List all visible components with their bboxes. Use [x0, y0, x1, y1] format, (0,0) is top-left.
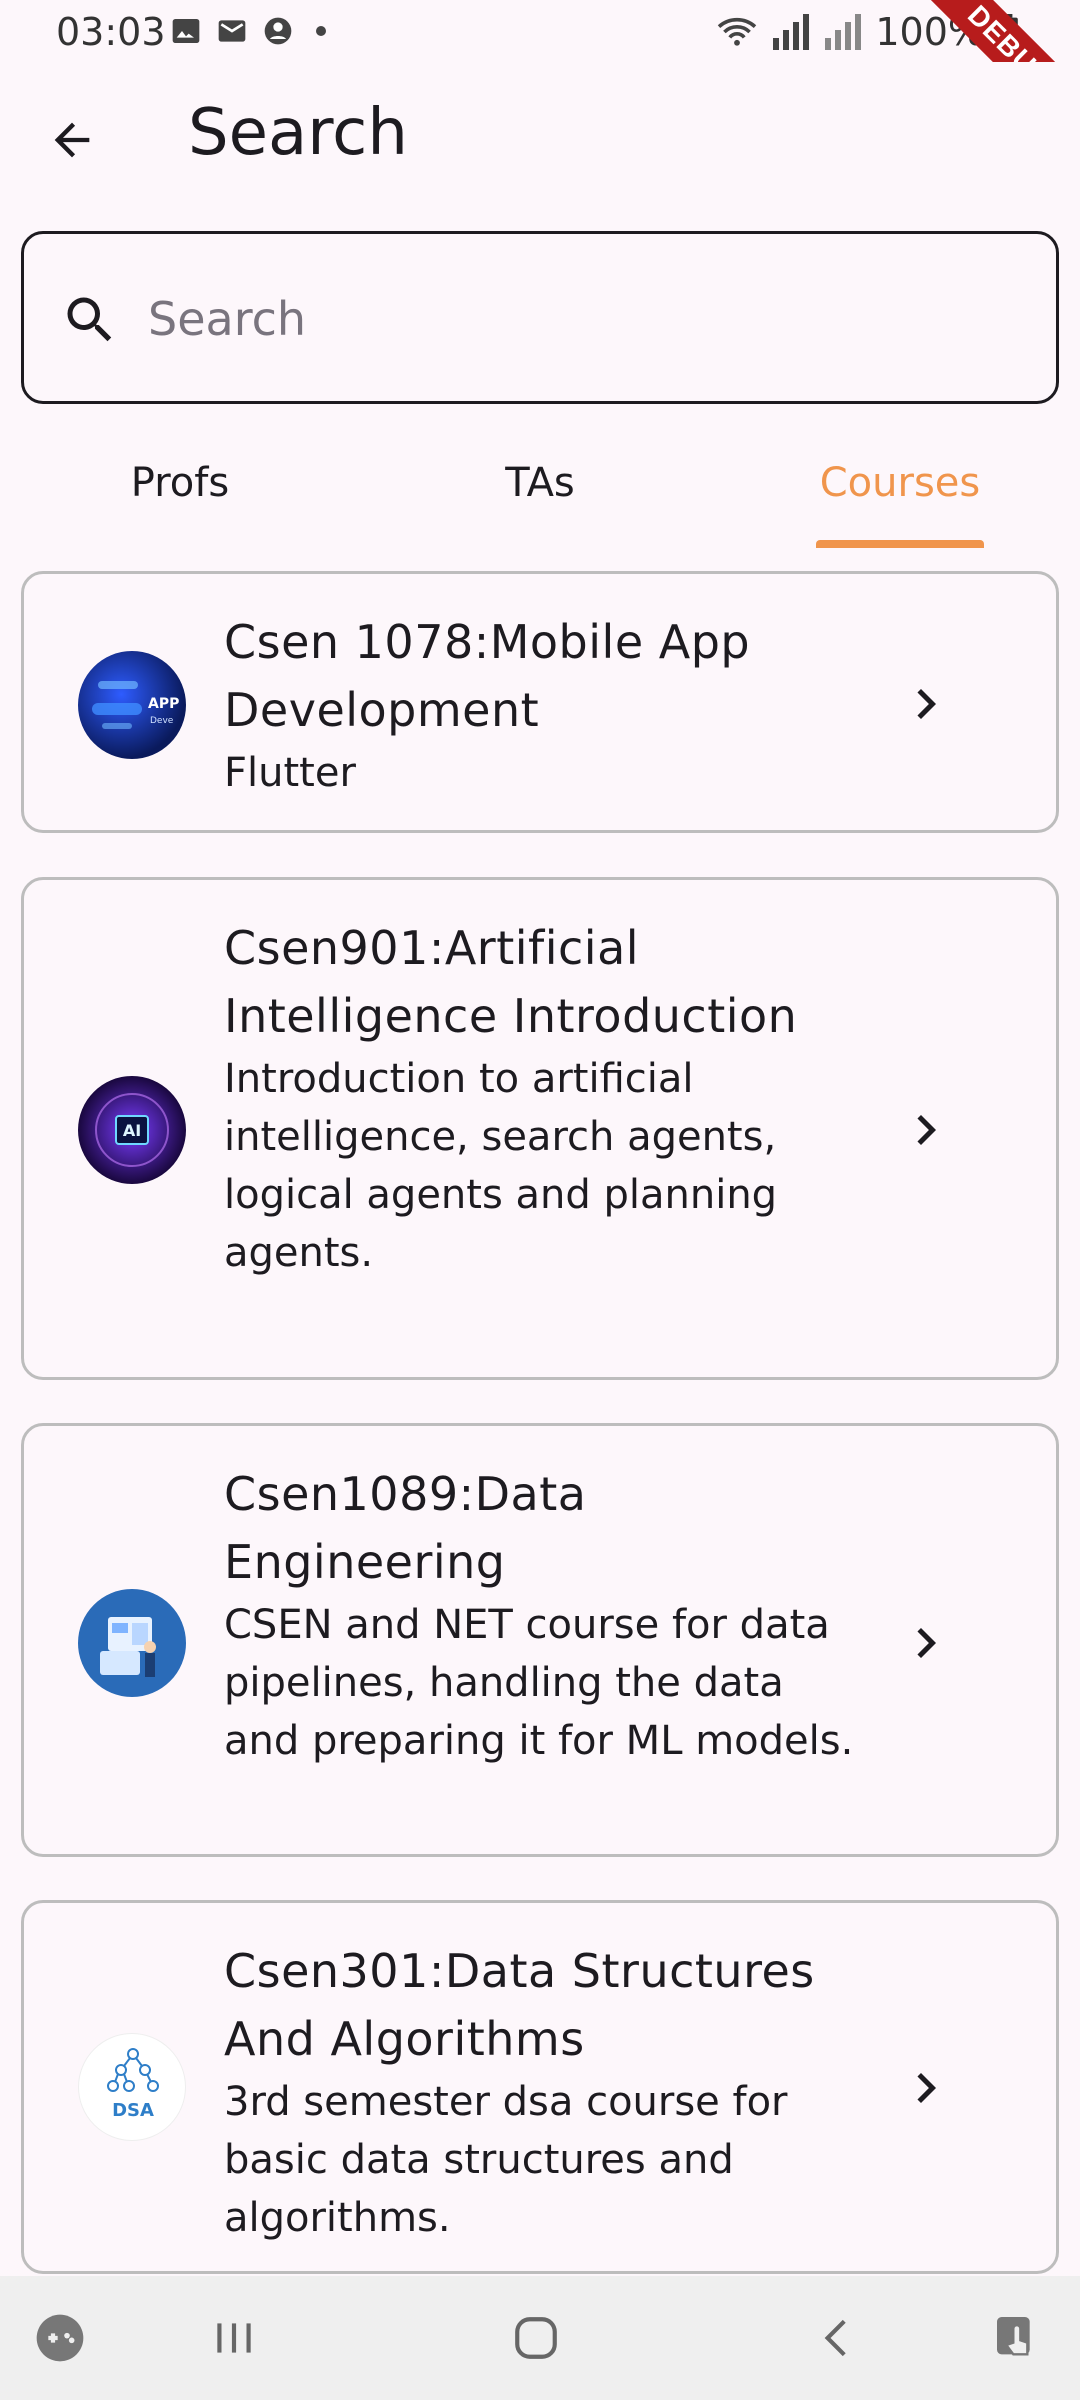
accessibility-button[interactable]	[988, 2308, 1048, 2368]
page-title: Search	[188, 96, 408, 170]
course-card-ai[interactable]: AI Csen901:Artificial Intelligence Intro…	[21, 877, 1059, 1380]
svg-text:DSA: DSA	[112, 2100, 154, 2121]
course-card-dsa[interactable]: DSA Csen301:Data Structures And Algorith…	[21, 1900, 1059, 2274]
course-description: Flutter	[224, 750, 356, 796]
signal-icon	[773, 14, 810, 50]
course-description: Introduction to artificial intelligence,…	[224, 1056, 778, 1276]
course-title: Csen 1078:Mobile App Development	[224, 615, 751, 737]
account-icon	[264, 17, 292, 45]
status-time: 03:03	[56, 10, 166, 54]
course-description: CSEN and NET course for data pipelines, …	[224, 1602, 854, 1764]
back-button[interactable]	[30, 98, 114, 182]
course-card-data-engineering[interactable]: Csen1089:Data Engineering CSEN and NET c…	[21, 1423, 1059, 1857]
app-dev-image: APP Deve	[92, 681, 179, 729]
course-avatar	[78, 1589, 186, 1697]
svg-text:Deve: Deve	[150, 716, 174, 726]
tab-profs[interactable]: Profs	[0, 460, 360, 506]
course-title: Csen301:Data Structures And Algorithms	[224, 1944, 815, 2066]
wifi-icon	[718, 17, 757, 46]
tab-bar: Profs TAs Courses	[0, 440, 1080, 550]
chevron-right-icon	[896, 1613, 956, 1673]
gamepad-icon	[36, 2314, 84, 2362]
back-nav-button[interactable]	[808, 2308, 868, 2368]
chevron-left-icon	[824, 2319, 846, 2357]
course-text: Csen301:Data Structures And Algorithms 3…	[224, 1937, 854, 2247]
recent-apps-button[interactable]	[204, 2308, 264, 2368]
touch-icon	[997, 2317, 1030, 2356]
data-engineering-image	[100, 1617, 156, 1677]
course-text: Csen 1078:Mobile App Development Flutter	[224, 608, 854, 802]
home-button[interactable]	[506, 2308, 566, 2368]
chevron-right-icon	[896, 2058, 956, 2118]
course-text: Csen1089:Data Engineering CSEN and NET c…	[224, 1460, 854, 1770]
home-icon	[515, 2317, 557, 2359]
mail-icon	[218, 20, 246, 42]
game-launcher-button[interactable]	[30, 2308, 90, 2368]
search-field[interactable]	[21, 231, 1059, 404]
system-navigation-bar	[0, 2276, 1080, 2400]
search-icon	[60, 290, 120, 350]
tab-tas[interactable]: TAs	[360, 460, 720, 506]
course-avatar: AI	[78, 1076, 186, 1184]
tab-indicator	[816, 540, 984, 548]
notification-icons	[170, 14, 326, 48]
chevron-right-icon	[896, 674, 956, 734]
course-avatar: DSA	[78, 2033, 186, 2141]
more-notifications-dot	[316, 26, 326, 36]
lte-signal-icon	[825, 14, 862, 50]
search-input[interactable]	[148, 274, 1008, 364]
course-title: Csen1089:Data Engineering	[224, 1467, 587, 1589]
tab-courses[interactable]: Courses	[720, 460, 1080, 506]
dsa-image: DSA	[107, 2048, 159, 2121]
svg-text:APP: APP	[148, 696, 179, 712]
chevron-right-icon	[896, 1100, 956, 1160]
status-bar: 03:03 100% DEBUG	[0, 0, 1080, 163]
course-description: 3rd semester dsa course for basic data s…	[224, 2079, 788, 2241]
svg-text:AI: AI	[123, 1121, 141, 1140]
app-bar: Search	[0, 62, 1080, 206]
course-card-mobile-app[interactable]: APP Deve Csen 1078:Mobile App Developmen…	[21, 571, 1059, 833]
arrow-back-icon	[54, 122, 90, 158]
course-text: Csen901:Artificial Intelligence Introduc…	[224, 914, 854, 1282]
image-icon	[172, 19, 200, 43]
course-title: Csen901:Artificial Intelligence Introduc…	[224, 921, 798, 1043]
recent-apps-icon	[217, 2323, 251, 2353]
course-avatar: APP Deve	[78, 651, 186, 759]
ai-image: AI	[95, 1093, 169, 1167]
